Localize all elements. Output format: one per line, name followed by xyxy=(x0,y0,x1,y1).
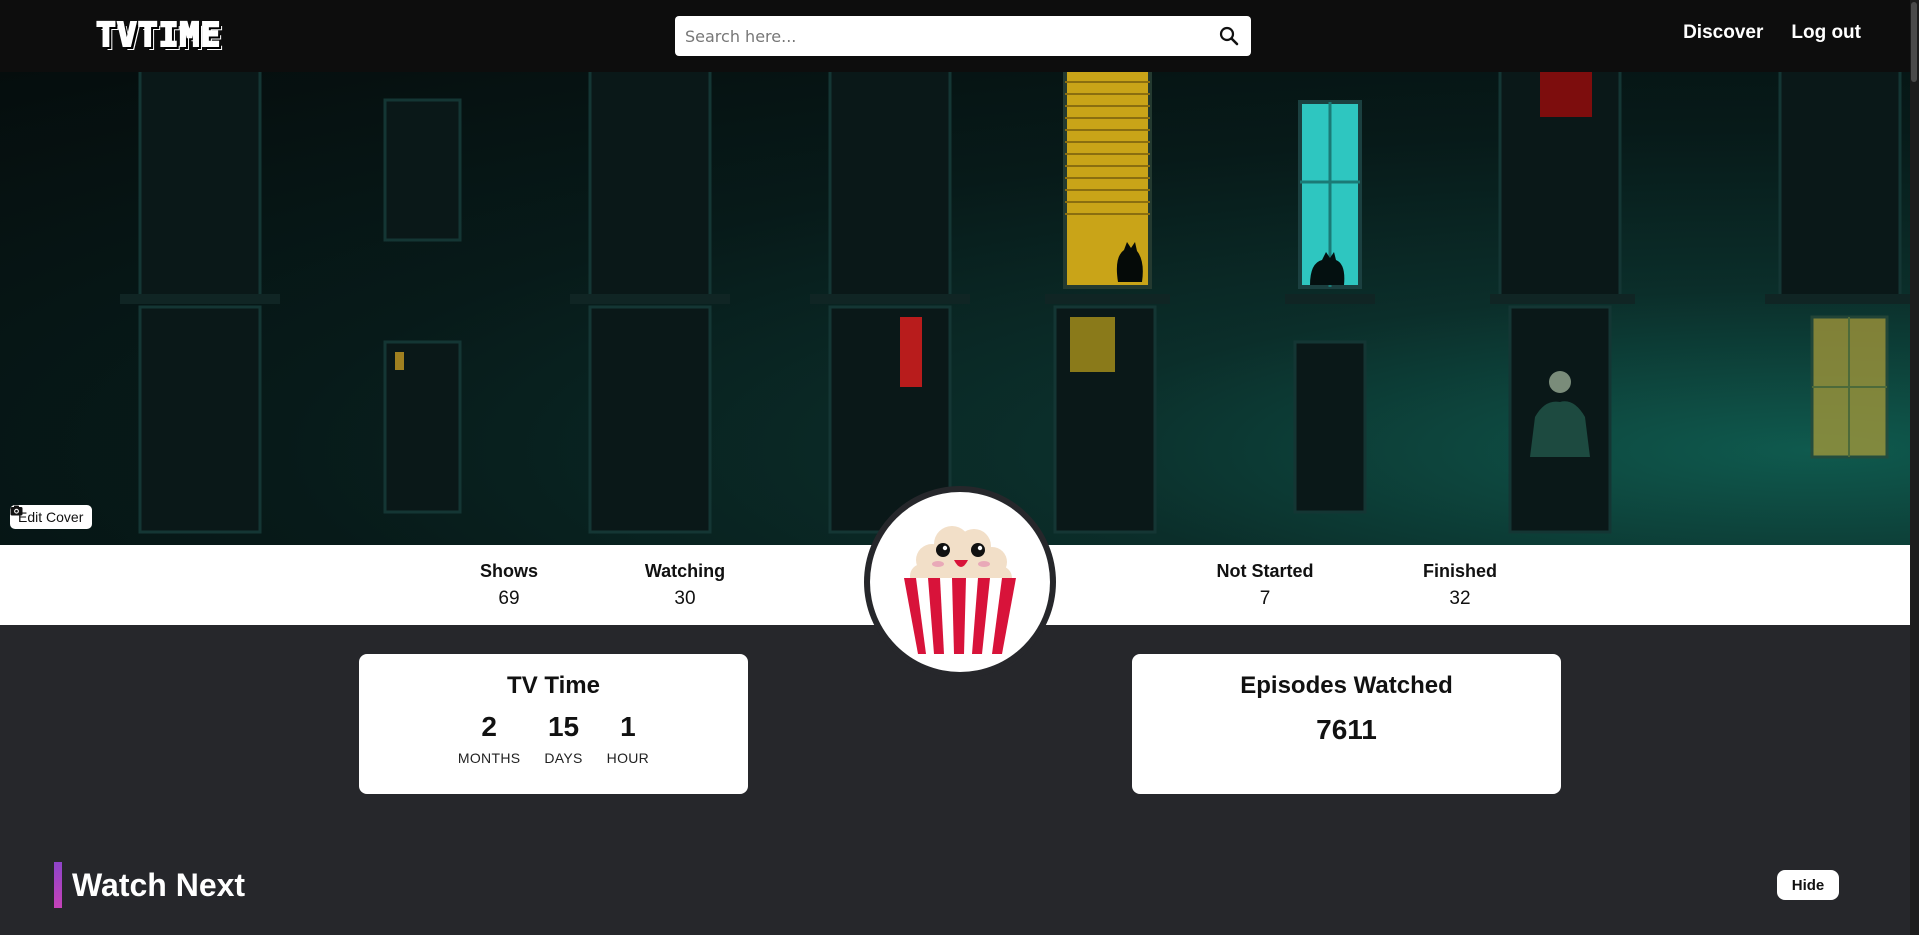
tv-time-months-unit: MONTHS xyxy=(457,750,521,766)
discover-link[interactable]: Discover xyxy=(1683,22,1763,44)
tv-time-hours: 1 HOUR xyxy=(607,710,649,766)
stat-finished[interactable]: Finished 32 xyxy=(1410,560,1510,610)
tv-time-days: 15 DAYS xyxy=(544,710,582,766)
watch-next-accent-bar xyxy=(54,862,62,908)
stat-shows-value: 69 xyxy=(498,588,520,609)
app-logo[interactable]: TVTIME xyxy=(95,15,221,55)
logout-link[interactable]: Log out xyxy=(1791,22,1861,44)
stat-shows-label: Shows xyxy=(479,561,538,581)
stat-watching-label: Watching xyxy=(644,561,726,581)
search-input[interactable] xyxy=(675,16,1195,56)
tv-time-card: TV Time 2 MONTHS 15 DAYS 1 HOUR xyxy=(359,654,748,794)
stat-finished-label: Finished xyxy=(1422,561,1497,581)
episodes-watched-title: Episodes Watched xyxy=(1240,672,1453,699)
edit-cover-label: Edit Cover xyxy=(18,509,84,525)
page-scrollbar[interactable] xyxy=(1910,0,1919,935)
stat-watching[interactable]: Watching 30 xyxy=(630,560,740,610)
tv-time-months-value: 2 xyxy=(481,711,497,742)
tv-time-hours-value: 1 xyxy=(620,711,636,742)
stat-watching-value: 30 xyxy=(674,588,696,609)
top-nav: Discover Log out xyxy=(1683,22,1861,44)
search-box xyxy=(675,16,1251,56)
page-scrollbar-thumb[interactable] xyxy=(1911,2,1917,82)
tv-time-days-unit: DAYS xyxy=(544,750,583,766)
profile-avatar[interactable] xyxy=(870,492,1050,672)
top-header: TVTIME Discover Log out xyxy=(0,0,1919,72)
camera-icon xyxy=(10,505,23,516)
popcorn-mascot-icon xyxy=(904,526,1016,654)
hide-watch-next-button[interactable]: Hide xyxy=(1777,870,1839,900)
cover-image: Edit Cover xyxy=(0,72,1910,545)
stat-shows[interactable]: Shows 69 xyxy=(474,560,544,610)
watch-next-heading: Watch Next xyxy=(72,867,246,903)
stat-not-started-label: Not Started xyxy=(1216,561,1314,581)
search-icon[interactable] xyxy=(1215,22,1243,50)
stat-finished-value: 32 xyxy=(1449,588,1471,609)
stat-not-started-value: 7 xyxy=(1259,588,1271,609)
tv-time-hours-unit: HOUR xyxy=(606,750,650,766)
tv-time-breakdown: 2 MONTHS 15 DAYS 1 HOUR xyxy=(359,710,748,766)
episodes-watched-card: Episodes Watched 7611 xyxy=(1132,654,1561,794)
episodes-watched-value: 7611 xyxy=(1316,714,1377,745)
building-facade-illustration xyxy=(120,72,1910,534)
tv-time-months: 2 MONTHS xyxy=(458,710,520,766)
stat-not-started[interactable]: Not Started 7 xyxy=(1200,560,1330,610)
tv-time-days-value: 15 xyxy=(547,711,580,742)
edit-cover-button[interactable]: Edit Cover xyxy=(10,505,93,529)
tv-time-title: TV Time xyxy=(507,672,600,699)
